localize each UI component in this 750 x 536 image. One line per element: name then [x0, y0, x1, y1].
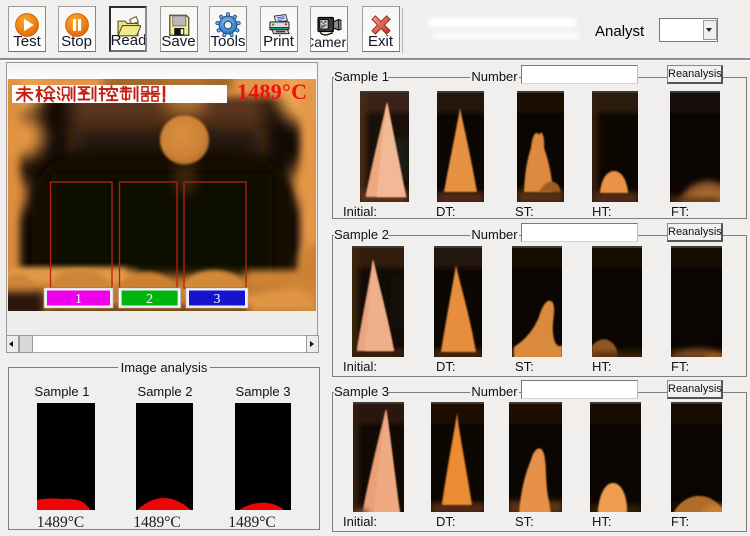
svg-text:1489°C: 1489°C — [237, 79, 307, 104]
svg-text:3: 3 — [214, 292, 221, 307]
svg-text:2: 2 — [146, 292, 153, 307]
svg-text:1: 1 — [75, 292, 82, 307]
